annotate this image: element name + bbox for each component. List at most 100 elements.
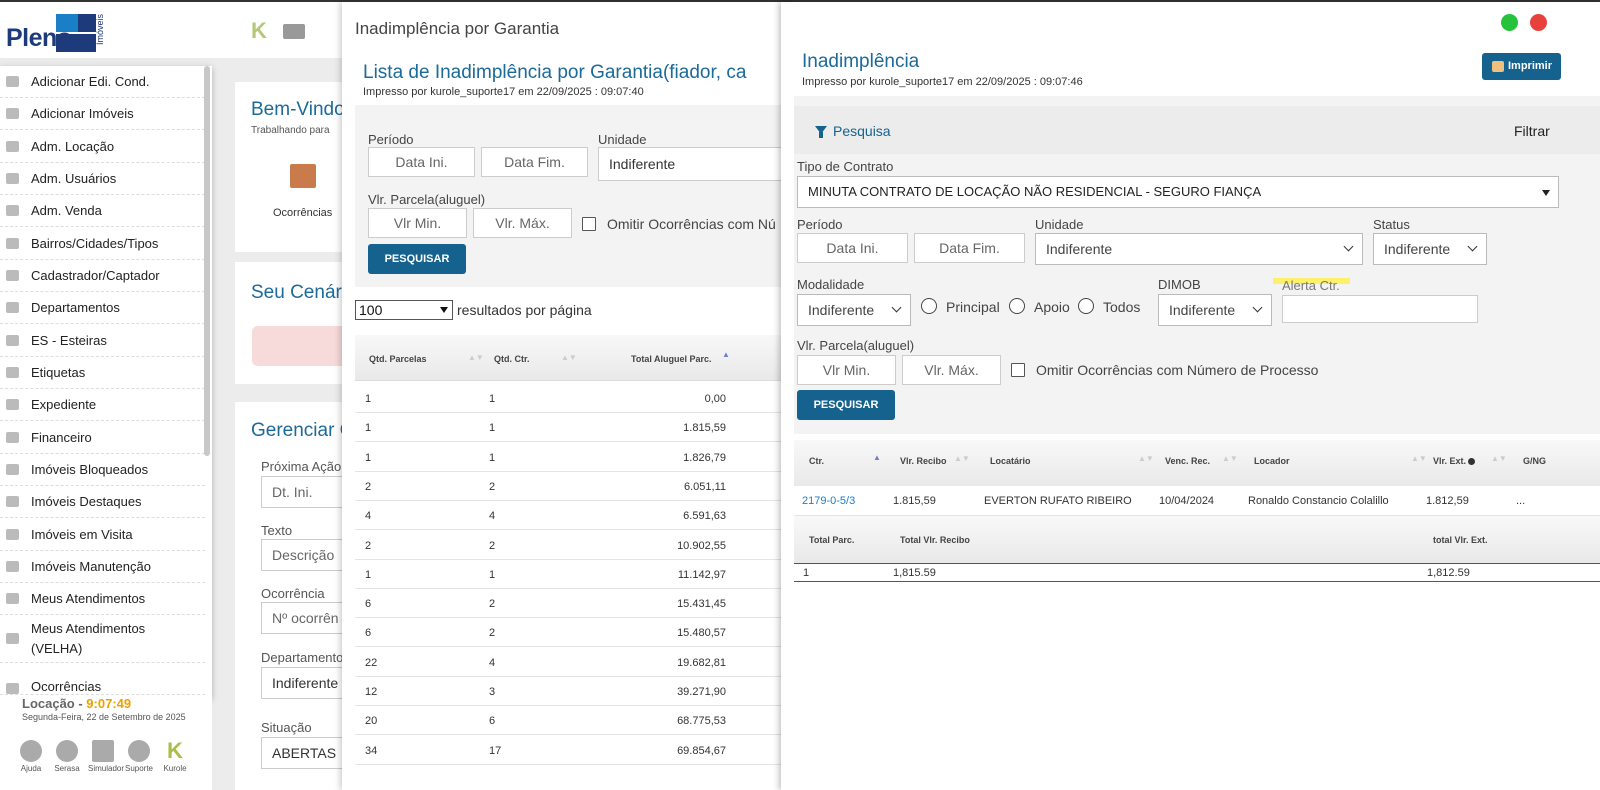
table-row[interactable]: 2 2 10.902,55: [355, 530, 792, 560]
sort-icon[interactable]: ▲▼: [1411, 454, 1427, 463]
radio-todos[interactable]: [1078, 298, 1094, 314]
table-row[interactable]: 1 1 1.815,59: [355, 412, 792, 443]
sidebar-item-imoveis-bloqueados[interactable]: Imóveis Bloqueados: [0, 454, 205, 486]
radio-principal[interactable]: [921, 298, 937, 314]
sidebar-item-etiquetas[interactable]: Etiquetas: [0, 357, 205, 389]
sidebar-item-departamentos[interactable]: Departamentos: [0, 292, 205, 324]
omitir-label: Omitir Ocorrências com Número de Process…: [1036, 362, 1319, 378]
sidebar-item-meus-atendimentos[interactable]: Meus Atendimentos: [0, 583, 205, 615]
sidebar-item-imoveis-destaques[interactable]: Imóveis Destaques: [0, 486, 205, 518]
table-row[interactable]: 2179-0-5/3 1.815,59 EVERTON RUFATO RIBEI…: [794, 486, 1600, 516]
table-row[interactable]: 12 3 39.271,90: [355, 676, 792, 706]
sidebar-item-cadastrador[interactable]: Cadastrador/Captador: [0, 260, 205, 292]
table-row[interactable]: 1 1 0,00: [355, 383, 792, 413]
close-dot-icon[interactable]: [1530, 14, 1547, 31]
kurole-icon[interactable]: K: [251, 18, 267, 44]
sidebar-item-esteiras[interactable]: ES - Esteiras: [0, 324, 205, 357]
sidebar-item-bairros[interactable]: Bairros/Cidades/Tipos: [0, 227, 205, 260]
col-vlr-recibo[interactable]: Vlr. Recibo: [900, 456, 947, 466]
kurole-button[interactable]: K Kurole: [160, 740, 190, 774]
gears-icon: [6, 140, 19, 152]
col-locatario[interactable]: Locatário: [990, 456, 1031, 466]
vlr-min-input[interactable]: Vlr Min.: [797, 355, 896, 385]
col-ctr[interactable]: Ctr.: [809, 456, 824, 466]
sort-icon[interactable]: ▲▼: [561, 353, 577, 362]
table-row[interactable]: 6 2 15.480,57: [355, 617, 792, 648]
sidebar-item-adm-locacao[interactable]: Adm. Locação: [0, 130, 205, 163]
chevron-down-icon: [891, 302, 902, 313]
sort-icon[interactable]: ▲▼: [1491, 454, 1507, 463]
ajuda-button[interactable]: Ajuda: [16, 740, 46, 773]
tipo-contrato-select[interactable]: MINUTA CONTRATO DE LOCAÇÃO NÃO RESIDENCI…: [797, 176, 1559, 208]
vlr-max-input[interactable]: Vlr. Máx.: [902, 355, 1001, 385]
suporte-button[interactable]: Suporte: [124, 740, 154, 773]
table-row[interactable]: 34 17 69.854,67: [355, 735, 792, 765]
dimob-select[interactable]: Indiferente: [1158, 294, 1272, 326]
col-qtd-parcelas[interactable]: Qtd. Parcelas: [369, 354, 427, 364]
vlr-max-input[interactable]: Vlr. Máx.: [473, 208, 572, 238]
filtrar-button[interactable]: Filtrar: [1514, 123, 1550, 139]
table-row[interactable]: 6 2 15.431,45: [355, 588, 792, 619]
unidade-select[interactable]: Indiferente: [598, 147, 792, 181]
sidebar-item-imoveis-em-visita[interactable]: Imóveis em Visita: [0, 518, 205, 551]
modalidade-select[interactable]: Indiferente: [797, 294, 911, 326]
omitir-checkbox[interactable]: [1011, 363, 1025, 377]
sidebar-scrollbar[interactable]: [204, 66, 210, 456]
table-row[interactable]: 1 1 11.142,97: [355, 559, 792, 589]
table-row[interactable]: 22 4 19.682,81: [355, 647, 792, 677]
data-ini-input[interactable]: Data Ini.: [368, 147, 475, 177]
sort-icon[interactable]: ▲▼: [954, 454, 970, 463]
ocorrencias-shortcut-label[interactable]: Ocorrências: [273, 207, 332, 219]
total-aluguel-cell: 10.902,55: [677, 539, 726, 552]
radio-apoio[interactable]: [1009, 298, 1025, 314]
maximize-dot-icon[interactable]: [1501, 14, 1518, 31]
col-total-aluguel[interactable]: Total Aluguel Parc.: [631, 354, 712, 364]
col-vlr-ext[interactable]: Vlr. Ext.: [1433, 456, 1476, 466]
sort-asc-icon[interactable]: ▲: [722, 350, 730, 359]
sidebar-item-adm-usuarios[interactable]: Adm. Usuários: [0, 163, 205, 195]
info-icon[interactable]: [1468, 458, 1476, 466]
table-row[interactable]: 4 4 6.591,63: [355, 500, 792, 531]
mail-icon[interactable]: [283, 24, 305, 39]
sidebar-item-adm-venda[interactable]: Adm. Venda: [0, 195, 205, 227]
alerta-ctr-input[interactable]: [1282, 295, 1478, 323]
unidade-select[interactable]: Indiferente: [1035, 233, 1363, 265]
pesquisar-button[interactable]: PESQUISAR: [368, 244, 466, 274]
serasa-button[interactable]: Serasa: [52, 740, 82, 773]
simulador-button[interactable]: Simulador: [88, 740, 124, 773]
sidebar-item-meus-atendimentos-velha[interactable]: Meus Atendimentos (VELHA): [0, 615, 205, 663]
sidebar-item-imoveis-manutencao[interactable]: Imóveis Manutenção: [0, 551, 205, 583]
vlr-min-input[interactable]: Vlr Min.: [368, 208, 467, 238]
ocorrencias-icon[interactable]: [290, 164, 316, 188]
col-locador[interactable]: Locador: [1254, 456, 1290, 466]
data-fim-input[interactable]: Data Fim.: [914, 233, 1025, 263]
sidebar-item-adicionar-imoveis[interactable]: Adicionar Imóveis: [0, 98, 205, 130]
logo[interactable]: Pleno Imóveis: [0, 2, 215, 58]
omitir-checkbox[interactable]: [582, 217, 596, 231]
sort-icon[interactable]: ▲▼: [468, 353, 484, 362]
pesquisa-label[interactable]: Pesquisa: [833, 123, 891, 139]
col-qtd-ctr[interactable]: Qtd. Ctr.: [494, 354, 530, 364]
pesquisa-bar[interactable]: [794, 106, 1600, 154]
more-options-button[interactable]: ...: [1516, 495, 1525, 507]
ctr-link[interactable]: 2179-0-5/3: [802, 495, 855, 507]
sidebar-item-label: Imóveis Destaques: [31, 494, 142, 509]
table-row[interactable]: 2 2 6.051,11: [355, 471, 792, 501]
sort-icon[interactable]: ▲▼: [1222, 454, 1238, 463]
col-g-ng[interactable]: G/NG: [1523, 456, 1546, 466]
sidebar-item-financeiro[interactable]: Financeiro: [0, 421, 205, 454]
data-ini-input[interactable]: Data Ini.: [797, 233, 908, 263]
data-fim-input[interactable]: Data Fim.: [481, 147, 588, 177]
sidebar-item-adicionar-edi-cond[interactable]: Adicionar Edi. Cond.: [0, 66, 205, 98]
sort-asc-icon[interactable]: ▲: [873, 453, 881, 462]
sort-icon[interactable]: ▲▼: [1138, 454, 1154, 463]
print-button[interactable]: Imprimir: [1482, 53, 1561, 80]
status-select[interactable]: Indiferente: [1373, 233, 1487, 265]
col-venc-rec[interactable]: Venc. Rec.: [1165, 456, 1210, 466]
table-row[interactable]: 20 6 68.775,53: [355, 705, 792, 736]
sidebar-item-ocorrencias[interactable]: Ocorrências: [0, 663, 205, 695]
table-row[interactable]: 1 1 1.826,79: [355, 442, 792, 472]
pesquisar-button[interactable]: PESQUISAR: [797, 390, 895, 420]
per-page-select[interactable]: 100: [355, 300, 453, 320]
sidebar-item-expediente[interactable]: Expediente: [0, 389, 205, 421]
